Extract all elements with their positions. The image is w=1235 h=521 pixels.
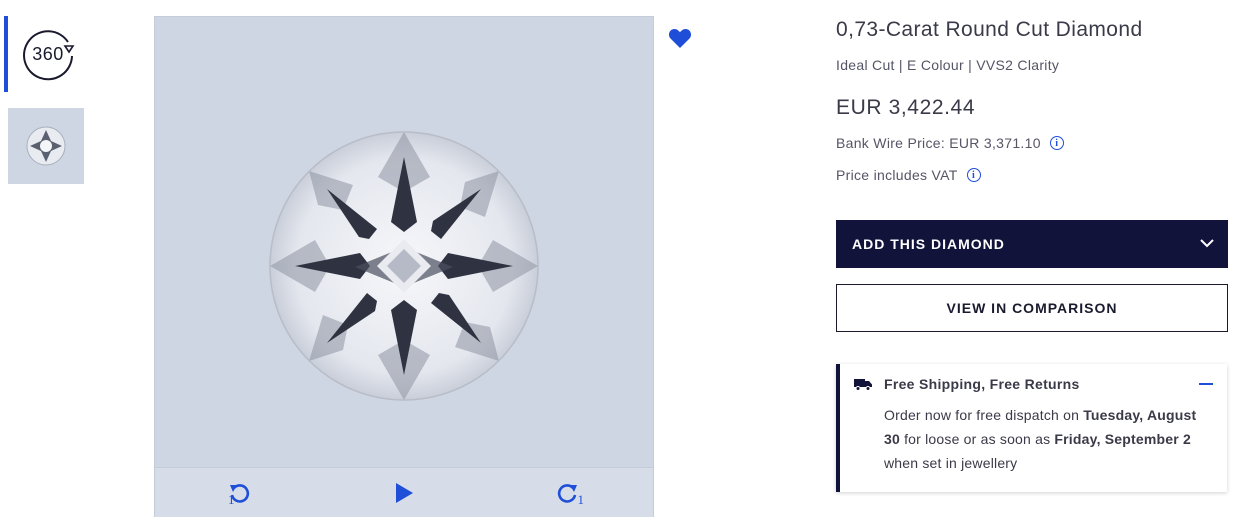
- shipping-info-panel: Free Shipping, Free Returns Order now fo…: [836, 364, 1227, 492]
- vat-note: Price includes VAT: [836, 167, 958, 183]
- diamond-image[interactable]: [155, 17, 653, 467]
- diamond-illustration: [269, 131, 539, 401]
- spin-label: 360: [32, 44, 64, 64]
- info-icon[interactable]: i: [1049, 136, 1064, 150]
- shipping-details: Order now for free dispatch on Tuesday, …: [884, 403, 1204, 475]
- collapse-icon[interactable]: [1199, 383, 1213, 385]
- heart-icon: [668, 28, 692, 48]
- wishlist-heart-button[interactable]: [668, 27, 692, 49]
- play-icon: [396, 483, 413, 503]
- rotate-right-icon: [557, 484, 577, 503]
- info-icon[interactable]: i: [966, 168, 981, 182]
- play-button[interactable]: [384, 476, 424, 510]
- thumbnail-diamond-image[interactable]: [8, 108, 84, 184]
- rotate-left-button[interactable]: 1: [219, 476, 259, 510]
- bank-wire-price: Bank Wire Price: EUR 3,371.10: [836, 135, 1041, 151]
- truck-icon: [854, 379, 872, 391]
- shipping-title: Free Shipping, Free Returns: [884, 376, 1080, 392]
- rotate-right-button[interactable]: 1: [548, 476, 588, 510]
- add-button-label: ADD THIS DIAMOND: [852, 236, 1005, 252]
- vat-row: Price includes VAT i: [836, 167, 981, 183]
- bank-wire-row: Bank Wire Price: EUR 3,371.10 i: [836, 135, 1064, 151]
- dispatch-date-set: Friday, September 2: [1054, 431, 1191, 447]
- view-in-comparison-button[interactable]: VIEW IN COMPARISON: [836, 284, 1228, 332]
- diamond-thumbnail-image: [26, 126, 66, 166]
- rotate-right-step: 1: [577, 492, 585, 507]
- chevron-down-icon: [1200, 239, 1214, 248]
- thumbnail-360-view[interactable]: 360: [4, 16, 84, 92]
- add-this-diamond-button[interactable]: ADD THIS DIAMOND: [836, 220, 1228, 268]
- compare-button-label: VIEW IN COMPARISON: [946, 300, 1118, 316]
- shipping-text: for loose or as soon as: [899, 431, 1055, 447]
- product-title: 0,73-Carat Round Cut Diamond: [836, 18, 1143, 41]
- shipping-text: when set in jewellery: [884, 455, 1018, 471]
- shipping-text: Order now for free dispatch on: [884, 407, 1084, 423]
- product-subtitle: Ideal Cut | E Colour | VVS2 Clarity: [836, 57, 1060, 73]
- rotate-left-step: 1: [228, 492, 235, 507]
- viewer-controls: 1 1: [155, 467, 653, 517]
- product-price: EUR 3,422.44: [836, 96, 976, 119]
- diamond-viewer[interactable]: 1 1: [154, 16, 654, 517]
